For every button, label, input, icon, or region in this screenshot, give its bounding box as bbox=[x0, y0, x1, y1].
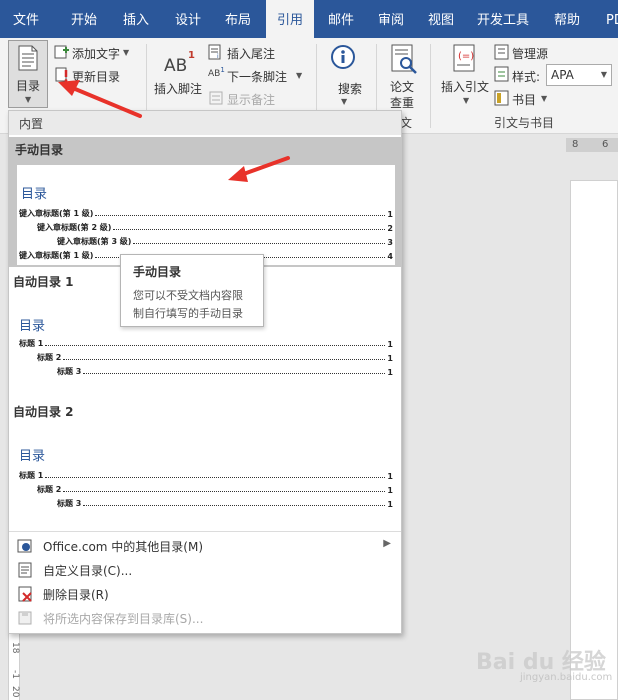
red-arrow-annotation bbox=[228, 156, 290, 182]
manual-toc-heading: 目录 bbox=[21, 187, 48, 202]
insert-endnote-icon: i bbox=[208, 44, 221, 60]
add-text-button[interactable]: 添加文字 bbox=[72, 45, 120, 62]
toc-gallery-dropdown: 内置 手动目录 目录 键入章标题(第 1 级) 1 键入章标题(第 2 级) 2 键… bbox=[8, 110, 402, 634]
search-button[interactable]: 搜索 bbox=[338, 80, 362, 97]
show-notes-icon bbox=[209, 91, 223, 105]
toc-entry: 标题 11 bbox=[19, 339, 393, 349]
toc-entry: 标题 11 bbox=[19, 471, 393, 481]
insert-footnote-button[interactable]: 插入脚注 bbox=[154, 80, 202, 97]
auto-toc-1-title[interactable]: 自动目录 1 bbox=[13, 273, 74, 290]
tab-home[interactable]: 开始 bbox=[58, 0, 110, 38]
show-notes-button[interactable]: 显示备注 bbox=[227, 91, 275, 108]
document-page[interactable] bbox=[570, 180, 618, 700]
svg-text:(=): (=) bbox=[458, 51, 474, 62]
style-select[interactable]: APA ▼ bbox=[546, 64, 612, 86]
menu-item-remove-toc[interactable]: 删除目录(R) bbox=[9, 582, 401, 606]
menu-item-office-toc[interactable]: Office.com 中的其他目录(M) ▶ bbox=[9, 534, 401, 558]
chevron-down-icon: ▼ bbox=[341, 97, 348, 106]
ribbon-divider bbox=[430, 44, 431, 128]
menu-item-label: Office.com 中的其他目录(M) bbox=[43, 540, 204, 554]
footnote-ab-icon: AB 1 bbox=[164, 50, 195, 76]
style-label: 样式: bbox=[512, 70, 541, 84]
watermark-url: jingyan.baidu.com bbox=[520, 672, 613, 683]
chevron-down-icon: ▼ bbox=[123, 48, 130, 57]
toc-document-icon bbox=[18, 45, 38, 71]
tooltip-title: 手动目录 bbox=[133, 265, 182, 279]
next-footnote-button[interactable]: 下一条脚注 bbox=[227, 68, 287, 85]
paper-check-icon bbox=[391, 44, 417, 74]
chevron-down-icon: ▼ bbox=[600, 70, 607, 79]
toc-button[interactable]: 目录 ▼ bbox=[8, 40, 48, 108]
tab-file[interactable]: 文件 bbox=[0, 0, 52, 38]
toc-button-label: 目录 bbox=[16, 79, 41, 93]
manual-toc-tooltip: 手动目录 您可以不受文档内容限 制自行填写的手动目录 bbox=[120, 254, 264, 327]
toc-entry: 键入章标题(第 2 级) 2 bbox=[37, 223, 393, 233]
search-icon bbox=[331, 45, 355, 69]
manage-sources-button[interactable]: 管理源 bbox=[512, 45, 548, 62]
bibliography-button[interactable]: 书目 bbox=[512, 91, 536, 108]
tab-insert[interactable]: 插入 bbox=[110, 0, 162, 38]
toc-entry: 键入章标题(第 1 级) 1 bbox=[19, 209, 393, 219]
add-text-icon bbox=[54, 45, 69, 59]
style-select-value: APA bbox=[551, 68, 574, 82]
chevron-right-icon: ▶ bbox=[383, 538, 391, 549]
toc-entry: 标题 21 bbox=[37, 485, 393, 495]
toc-entry: 标题 31 bbox=[57, 367, 393, 377]
custom-toc-icon bbox=[18, 562, 32, 578]
chevron-down-icon: ▼ bbox=[296, 71, 303, 80]
tooltip-line-1: 您可以不受文档内容限 bbox=[133, 289, 243, 302]
insert-endnote-button[interactable]: 插入尾注 bbox=[227, 45, 275, 62]
menu-item-label: 自定义目录(C)... bbox=[43, 564, 133, 578]
paper-check-label-1[interactable]: 论文 bbox=[390, 78, 414, 95]
menu-item-label: 删除目录(R) bbox=[43, 588, 109, 602]
manage-sources-icon bbox=[494, 44, 509, 60]
horizontal-ruler: 8 6 bbox=[566, 138, 618, 152]
chevron-down-icon: ▼ bbox=[463, 96, 470, 105]
office-icon bbox=[17, 539, 32, 553]
chevron-down-icon: ▼ bbox=[25, 95, 32, 104]
paper-check-label-2[interactable]: 查重 bbox=[390, 94, 414, 111]
tab-developer[interactable]: 开发工具 bbox=[470, 0, 536, 38]
bibliography-icon bbox=[494, 90, 509, 106]
word-window: 文件 开始 插入 设计 布局 引用 邮件 审阅 视图 开发工具 帮助 PDF 目… bbox=[0, 0, 618, 700]
auto-toc-2-heading: 目录 bbox=[19, 449, 46, 464]
next-footnote-icon: AB1 bbox=[208, 66, 225, 79]
tab-references[interactable]: 引用 bbox=[266, 0, 314, 40]
auto-toc-1-heading: 目录 bbox=[19, 319, 46, 334]
ribbon-tab-bar: 文件 开始 插入 设计 布局 引用 邮件 审阅 视图 开发工具 帮助 PDF bbox=[0, 0, 618, 40]
save-gallery-icon bbox=[18, 611, 32, 625]
tab-layout[interactable]: 布局 bbox=[212, 0, 264, 38]
menu-item-save-to-gallery[interactable]: 将所选内容保存到目录库(S)... bbox=[9, 606, 401, 630]
tab-design[interactable]: 设计 bbox=[162, 0, 214, 38]
toc-entry: 标题 31 bbox=[57, 499, 393, 509]
manual-toc-title: 手动目录 bbox=[15, 143, 64, 157]
insert-citation-icon: (=) bbox=[453, 44, 475, 72]
tab-pdf[interactable]: PDF bbox=[596, 0, 618, 38]
delete-toc-icon bbox=[18, 586, 32, 602]
tab-review[interactable]: 审阅 bbox=[368, 0, 414, 38]
insert-citation-button[interactable]: 插入引文 bbox=[441, 78, 489, 95]
toc-entry: 键入章标题(第 3 级) 3 bbox=[57, 237, 393, 247]
style-icon bbox=[494, 66, 509, 82]
tooltip-line-2: 制自行填写的手动目录 bbox=[133, 307, 243, 320]
menu-divider bbox=[9, 531, 401, 532]
menu-item-custom-toc[interactable]: 自定义目录(C)... bbox=[9, 558, 401, 582]
menu-item-label: 将所选内容保存到目录库(S)... bbox=[43, 612, 204, 626]
tab-view[interactable]: 视图 bbox=[418, 0, 464, 38]
tab-mailings[interactable]: 邮件 bbox=[318, 0, 364, 38]
tab-help[interactable]: 帮助 bbox=[544, 0, 590, 38]
toc-entry: 标题 21 bbox=[37, 353, 393, 363]
auto-toc-2-title[interactable]: 自动目录 2 bbox=[13, 403, 74, 420]
group-label-citations: 引文与书目 bbox=[494, 116, 555, 130]
red-arrow-annotation bbox=[58, 80, 142, 118]
chevron-down-icon: ▼ bbox=[541, 94, 548, 103]
